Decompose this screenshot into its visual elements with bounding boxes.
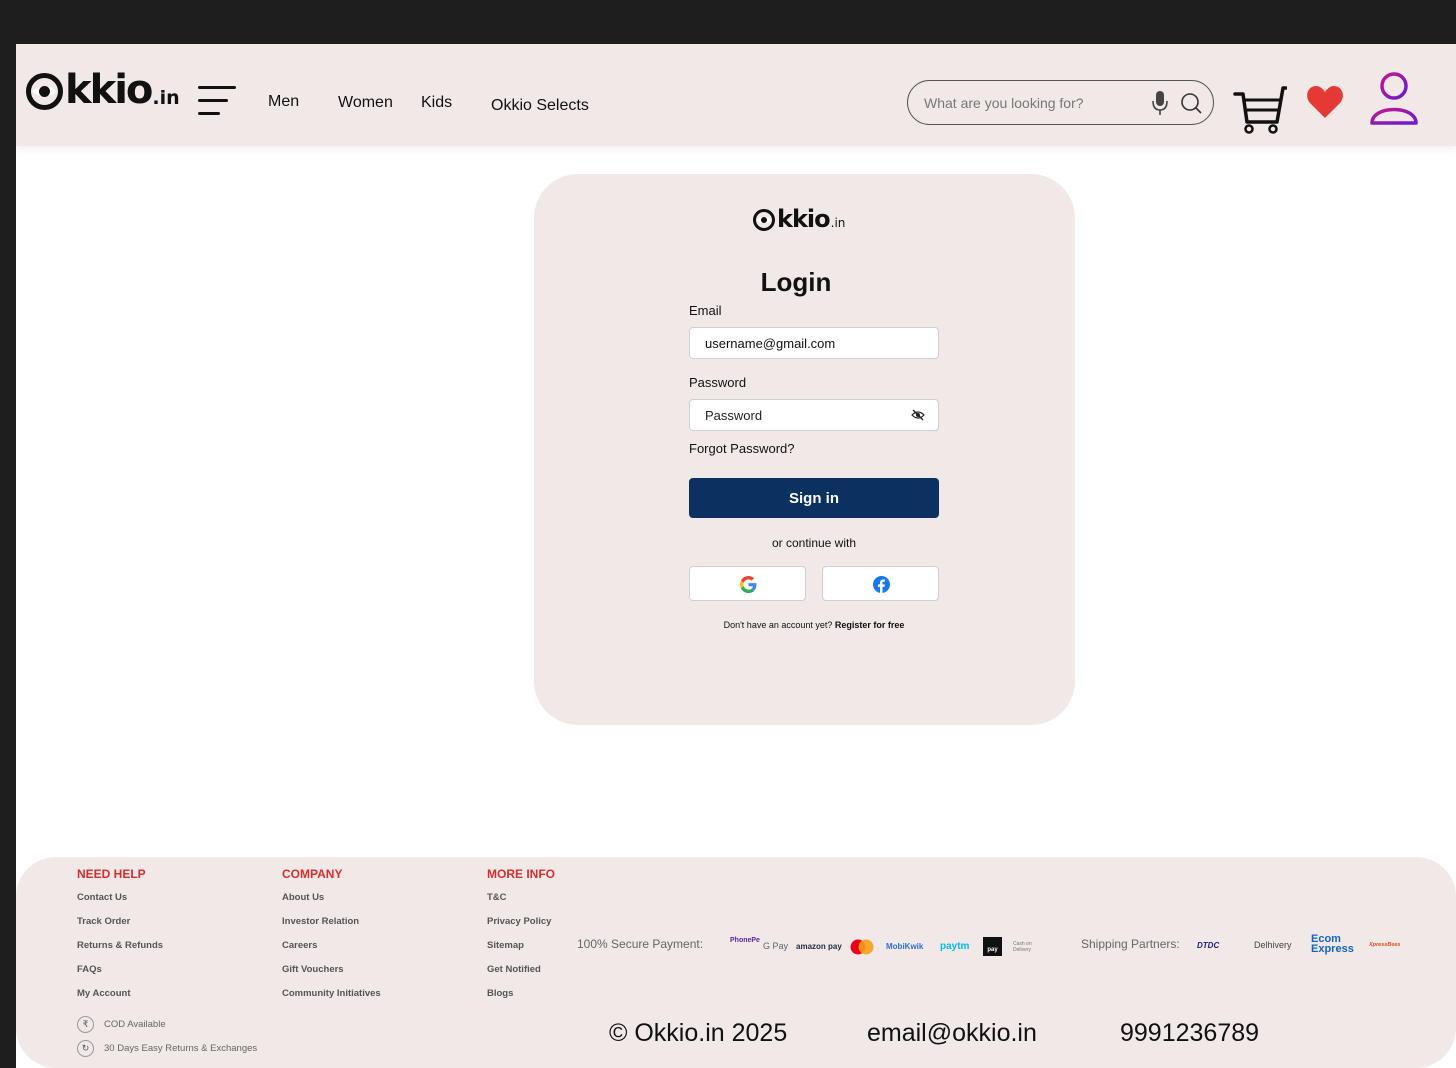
site-header: kkio .in Men Women Kids Okkio Selects [16, 44, 1456, 146]
footer-link-community[interactable]: Community Initiatives [282, 988, 381, 1012]
search-icon[interactable] [1180, 92, 1202, 114]
footer-link-my-account[interactable]: My Account [77, 988, 257, 1012]
returns-text: 30 Days Easy Returns & Exchanges [104, 1042, 258, 1054]
register-line: Don't have an account yet? Register for … [689, 620, 939, 630]
mobikwik-logo: MobiKwik [886, 942, 924, 951]
password-label: Password [689, 375, 747, 390]
footer-link-privacy[interactable]: Privacy Policy [487, 916, 555, 940]
footer-link-investor-relation[interactable]: Investor Relation [282, 916, 381, 940]
site-logo[interactable]: kkio .in [26, 70, 180, 110]
footer-link-get-notified[interactable]: Get Notified [487, 964, 555, 988]
card-logo: kkio .in [753, 207, 845, 231]
nav-men[interactable]: Men [268, 93, 299, 111]
hamburger-menu-icon[interactable] [198, 86, 236, 116]
returns-badge: ↻ 30 Days Easy Returns & Exchanges [77, 1036, 257, 1060]
google-icon [740, 576, 757, 593]
login-title: Login [760, 267, 832, 297]
site-footer: NEED HELP Contact Us Track Order Returns… [16, 857, 1456, 1068]
nav-kids[interactable]: Kids [421, 94, 452, 112]
footer-heading: COMPANY [282, 867, 343, 881]
payment-label: 100% Secure Payment: [577, 937, 704, 951]
footer-link-returns[interactable]: Returns & Refunds [77, 940, 257, 964]
contact-phone[interactable]: 9991236789 [1120, 1019, 1259, 1048]
cash-on-delivery-logo: Cash on Delivery [1013, 941, 1032, 953]
amazon-pay-logo: amazon pay [796, 942, 842, 951]
footer-link-about-us[interactable]: About Us [282, 892, 381, 916]
no-account-text: Don't have an account yet? [723, 620, 833, 630]
paytm-logo: paytm [940, 941, 970, 952]
google-login-button[interactable] [689, 566, 806, 601]
footer-link-sitemap[interactable]: Sitemap [487, 940, 555, 964]
footer-heading: MORE INFO [487, 867, 555, 881]
nav-okkio-selects[interactable]: Okkio Selects [491, 97, 589, 115]
facebook-login-button[interactable] [822, 566, 939, 601]
footer-link-faqs[interactable]: FAQs [77, 964, 257, 988]
footer-link-careers[interactable]: Careers [282, 940, 381, 964]
forgot-password-link[interactable]: Forgot Password? [689, 441, 795, 456]
footer-company: COMPANY About Us Investor Relation Caree… [282, 867, 381, 1012]
footer-link-contact-us[interactable]: Contact Us [77, 892, 257, 916]
login-card: kkio .in Login Email Password Forgot Pas… [534, 174, 1075, 725]
footer-heading: NEED HELP [77, 867, 146, 881]
page: kkio .in Men Women Kids Okkio Selects Wh… [16, 44, 1456, 1068]
ecom-express-logo: Ecom Express [1311, 933, 1354, 955]
footer-need-help: NEED HELP Contact Us Track Order Returns… [77, 867, 257, 1060]
footer-link-tc[interactable]: T&C [487, 892, 555, 916]
register-link[interactable]: Register for free [835, 620, 905, 630]
facebook-icon [873, 576, 890, 593]
search-bar [907, 80, 1214, 125]
search-input[interactable] [924, 92, 1144, 114]
wishlist-heart-icon[interactable] [1306, 84, 1344, 120]
eye-logo-icon [26, 73, 63, 110]
cart-icon[interactable] [1233, 84, 1287, 134]
delhivery-logo: Delhivery [1254, 940, 1292, 950]
eye-logo-icon [753, 209, 775, 231]
user-account-icon[interactable] [1368, 71, 1422, 127]
continue-with-text: or continue with [771, 536, 857, 550]
password-field[interactable] [689, 399, 939, 431]
mastercard-icon [850, 939, 874, 955]
contact-email[interactable]: email@okkio.in [867, 1019, 1037, 1048]
xpressbees-logo: XpressBees [1369, 942, 1401, 948]
bhim-pay-logo: pay [983, 937, 1002, 956]
sign-in-button[interactable]: Sign in [689, 478, 939, 518]
microphone-icon[interactable] [1151, 90, 1169, 116]
eye-off-icon[interactable] [911, 408, 925, 422]
copyright-text: © Okkio.in 2025 [609, 1019, 788, 1047]
cod-badge: ₹ COD Available [77, 1012, 257, 1036]
phonepe-logo: PhonePe [730, 937, 760, 944]
cod-text: COD Available [104, 1018, 166, 1030]
gpay-logo: G Pay [763, 941, 789, 951]
dtdc-logo: DTDC [1197, 941, 1220, 950]
rupee-icon: ₹ [77, 1015, 94, 1033]
footer-link-track-order[interactable]: Track Order [77, 916, 257, 940]
logo-text: kkio [65, 67, 153, 113]
footer-link-gift-vouchers[interactable]: Gift Vouchers [282, 964, 381, 988]
card-logo-text: kkio [777, 205, 831, 233]
shipping-label: Shipping Partners: [1081, 937, 1180, 951]
refresh-icon: ↻ [77, 1039, 94, 1057]
card-logo-tld: .in [830, 216, 846, 230]
footer-link-blogs[interactable]: Blogs [487, 988, 555, 1012]
email-label: Email [689, 303, 722, 318]
logo-tld: .in [152, 87, 180, 109]
email-field[interactable] [689, 327, 939, 359]
nav-women[interactable]: Women [338, 94, 393, 112]
footer-more-info: MORE INFO T&C Privacy Policy Sitemap Get… [487, 867, 555, 1012]
